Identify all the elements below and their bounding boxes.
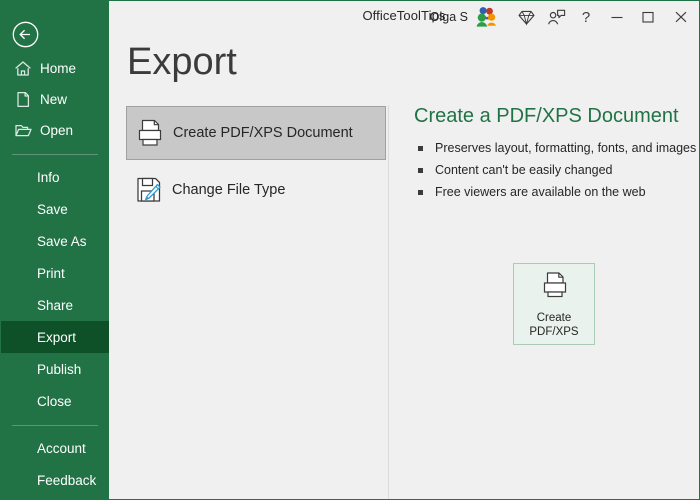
backstage-content: Export Create PDF/XPS Document Change Fi… <box>109 33 699 499</box>
sidebar-item-feedback[interactable]: Feedback <box>1 464 109 496</box>
close-button[interactable] <box>663 1 699 33</box>
create-pdf-xps-button[interactable]: Create PDF/XPS <box>513 263 595 345</box>
help-question-icon[interactable]: ? <box>571 1 601 33</box>
list-item: Content can't be easily changed <box>405 159 691 181</box>
sidebar-item-new[interactable]: New <box>1 84 109 115</box>
sidebar-item-publish[interactable]: Publish <box>1 353 109 385</box>
create-button-line1: Create <box>536 311 572 324</box>
sidebar-item-print[interactable]: Print <box>1 257 109 289</box>
printer-document-icon <box>127 117 173 149</box>
export-options-list: Create PDF/XPS Document Change File Type <box>126 106 386 217</box>
new-document-icon <box>14 91 35 109</box>
sidebar-item-export[interactable]: Export <box>1 321 109 353</box>
option-label: Create PDF/XPS Document <box>173 125 353 141</box>
back-arrow-icon <box>12 21 39 48</box>
column-divider <box>388 105 389 499</box>
sidebar-top-nav: Home New Open Info Save Save As Print Sh… <box>1 53 109 499</box>
option-label: Change File Type <box>172 182 286 198</box>
sidebar-item-save-as[interactable]: Save As <box>1 225 109 257</box>
sidebar-item-label: Open <box>40 123 74 138</box>
sidebar-item-info[interactable]: Info <box>1 161 109 193</box>
sidebar-item-share[interactable]: Share <box>1 289 109 321</box>
title-bar: OfficeToolTips Olga S ? <box>109 1 699 33</box>
option-change-file-type[interactable]: Change File Type <box>126 163 386 217</box>
sidebar-item-label: Home <box>40 61 77 76</box>
detail-pane: Create a PDF/XPS Document Preserves layo… <box>405 105 696 345</box>
minimize-button[interactable] <box>601 1 632 33</box>
backstage-window: Home New Open Info Save Save As Print Sh… <box>0 0 700 500</box>
back-button[interactable] <box>12 21 39 48</box>
sidebar-item-save[interactable]: Save <box>1 193 109 225</box>
avatar[interactable] <box>475 6 497 28</box>
create-button-label: Create PDF/XPS <box>529 311 578 339</box>
sidebar-divider-top <box>12 154 98 155</box>
printer-document-icon <box>537 270 571 307</box>
open-folder-icon <box>14 122 35 140</box>
detail-heading: Create a PDF/XPS Document <box>414 105 679 127</box>
sidebar-item-account[interactable]: Account <box>1 432 109 464</box>
list-item: Free viewers are available on the web <box>405 181 691 203</box>
sidebar-item-home[interactable]: Home <box>1 53 109 84</box>
sidebar-item-label: New <box>40 92 68 107</box>
maximize-button[interactable] <box>632 1 663 33</box>
page-title: Export <box>127 41 237 83</box>
list-item: Preserves layout, formatting, fonts, and… <box>405 137 696 159</box>
home-icon <box>14 60 35 78</box>
option-create-pdf-xps-document[interactable]: Create PDF/XPS Document <box>126 106 386 160</box>
backstage-sidebar: Home New Open Info Save Save As Print Sh… <box>1 1 109 499</box>
title-bar-right-cluster: Olga S ? <box>430 1 699 33</box>
sidebar-item-options[interactable]: Options <box>1 496 109 499</box>
premium-diamond-icon[interactable] <box>511 1 541 33</box>
benefit-list: Preserves layout, formatting, fonts, and… <box>405 137 696 203</box>
sidebar-item-close[interactable]: Close <box>1 385 109 417</box>
sidebar-divider-bottom <box>12 425 98 426</box>
account-name[interactable]: Olga S <box>430 10 468 24</box>
feedback-person-icon[interactable] <box>541 1 571 33</box>
create-button-line2: PDF/XPS <box>529 325 579 338</box>
sidebar-item-open[interactable]: Open <box>1 115 109 146</box>
save-pencil-icon <box>126 174 172 206</box>
